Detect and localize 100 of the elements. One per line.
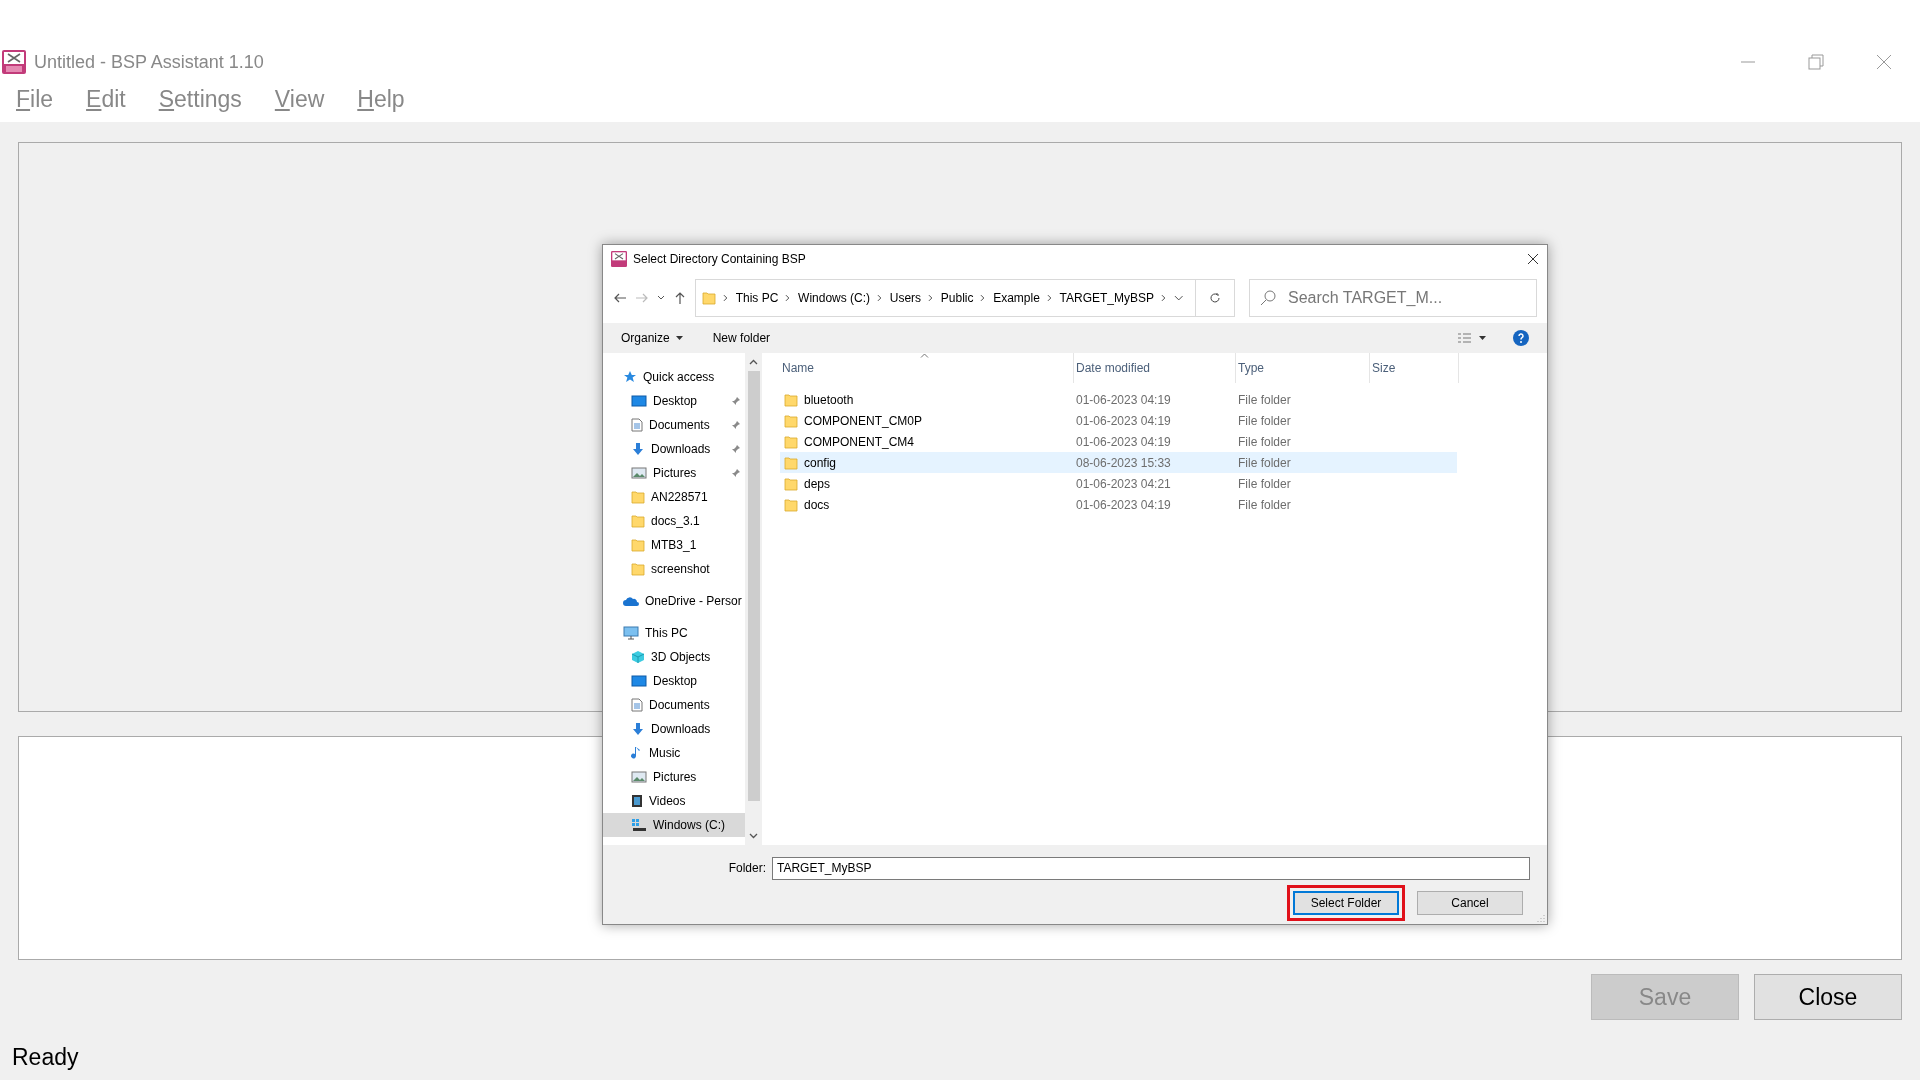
- nav-item[interactable]: Desktop: [603, 389, 745, 413]
- menu-item[interactable]: Help: [357, 81, 405, 117]
- date-cell-text: 01-06-2023 04:21: [1075, 475, 1172, 493]
- resize-grip-icon[interactable]: [1537, 914, 1545, 922]
- date-cell-text: 01-06-2023 04:19: [1075, 433, 1172, 451]
- back-arrow-icon[interactable]: [613, 291, 627, 305]
- nav-item[interactable]: Music: [603, 741, 745, 765]
- dialog-button[interactable]: Select Folder: [1293, 891, 1399, 915]
- chevron-right-icon: [928, 294, 934, 302]
- down-arrow-icon: [631, 722, 645, 736]
- nav-item[interactable]: Downloads: [603, 717, 745, 741]
- file-row[interactable]: COMPONENT_CM0P 01-06-2023 04:19 File folder: [780, 410, 1457, 431]
- breadcrumb-item[interactable]: This PC: [735, 289, 779, 307]
- picture-icon: [631, 771, 647, 783]
- folder-icon: [784, 413, 798, 428]
- new-folder-button[interactable]: New folder: [712, 329, 771, 347]
- nav-item[interactable]: OneDrive - Persor: [603, 589, 745, 613]
- column-header[interactable]: Type: [1236, 353, 1370, 383]
- nav-item[interactable]: Quick access: [603, 365, 745, 389]
- nav-item[interactable]: Windows (C:): [603, 813, 745, 837]
- app-logo-icon: [611, 251, 627, 267]
- chevron-right-icon: [1046, 294, 1053, 302]
- file-row[interactable]: docs 01-06-2023 04:19 File folder: [780, 494, 1457, 515]
- monitor-icon: [631, 674, 647, 688]
- folder-icon: [784, 476, 798, 491]
- music-note-icon: [631, 746, 643, 760]
- pin-icon: [731, 468, 741, 478]
- file-row[interactable]: config 08-06-2023 15:33 File folder: [780, 452, 1457, 473]
- picture-icon: [631, 467, 647, 479]
- folder-icon: [631, 538, 645, 552]
- dialog-button[interactable]: Cancel: [1417, 891, 1523, 915]
- pin-icon: [731, 420, 741, 430]
- nav-item[interactable]: Documents: [603, 693, 745, 717]
- refresh-icon[interactable]: [1209, 292, 1222, 304]
- nav-item[interactable]: Pictures: [603, 765, 745, 789]
- column-header[interactable]: Size: [1370, 353, 1459, 383]
- document-icon: [631, 418, 643, 432]
- folder-icon: [784, 455, 798, 470]
- search-field[interactable]: Search TARGET_M...: [1249, 279, 1537, 317]
- pin-icon: [731, 444, 741, 454]
- menu-item[interactable]: File: [16, 81, 54, 117]
- nav-item[interactable]: 3D Objects: [603, 645, 745, 669]
- nav-item[interactable]: Videos: [603, 789, 745, 813]
- file-row[interactable]: COMPONENT_CM4 01-06-2023 04:19 File folder: [780, 431, 1457, 452]
- file-name: bluetooth: [804, 391, 854, 409]
- down-arrow-icon: [631, 442, 645, 456]
- nav-item[interactable]: This PC: [603, 621, 745, 645]
- column-header[interactable]: Name: [780, 353, 1074, 383]
- status-text: Ready: [12, 1044, 79, 1070]
- nav-item[interactable]: MTB3_1: [603, 533, 745, 557]
- date-cell-text: 08-06-2023 15:33: [1075, 454, 1172, 472]
- type-cell-text: File folder: [1237, 433, 1292, 451]
- chevron-down-icon[interactable]: [657, 294, 665, 302]
- folder-label: Folder:: [728, 860, 766, 877]
- folder-field[interactable]: TARGET_MyBSP: [772, 856, 1530, 880]
- file-row[interactable]: deps 01-06-2023 04:21 File folder: [780, 473, 1457, 494]
- chevron-down-icon[interactable]: [1173, 294, 1184, 302]
- menu-item[interactable]: Settings: [158, 81, 242, 117]
- chevron-right-icon: [877, 294, 883, 302]
- cube-icon: [631, 650, 645, 664]
- nav-item[interactable]: Downloads: [603, 437, 745, 461]
- view-options-icon[interactable]: [1457, 332, 1487, 344]
- chevron-right-icon: [723, 294, 729, 302]
- type-cell-text: File folder: [1237, 496, 1292, 514]
- close-icon[interactable]: [1527, 253, 1539, 265]
- menu-item[interactable]: View: [274, 81, 325, 117]
- chevron-down-icon[interactable]: [749, 833, 758, 839]
- menu-item[interactable]: Edit: [86, 81, 126, 117]
- breadcrumb-item[interactable]: Public: [940, 289, 974, 307]
- type-cell-text: File folder: [1237, 475, 1292, 493]
- chevron-right-icon: [785, 294, 792, 302]
- nav-item[interactable]: Pictures: [603, 461, 745, 485]
- breadcrumb-item[interactable]: Windows (C:): [798, 289, 871, 307]
- nav-item[interactable]: docs_3.1: [603, 509, 745, 533]
- up-arrow-icon[interactable]: [673, 291, 687, 305]
- file-row[interactable]: bluetooth 01-06-2023 04:19 File folder: [780, 389, 1457, 410]
- nav-item[interactable]: Documents: [603, 413, 745, 437]
- address-bar[interactable]: This PC Windows (C:) Users Public Example TARGET_MyBSP: [695, 279, 1235, 317]
- dialog-button[interactable]: Close: [1754, 974, 1902, 1020]
- column-header[interactable]: Date modified: [1074, 353, 1236, 383]
- breadcrumb-item[interactable]: TARGET_MyBSP: [1059, 289, 1154, 307]
- file-name: docs: [804, 496, 830, 514]
- file-name: deps: [804, 475, 831, 493]
- type-cell-text: File folder: [1237, 391, 1292, 409]
- breadcrumb-item[interactable]: Users: [889, 289, 922, 307]
- nav-item[interactable]: screenshot: [603, 557, 745, 581]
- help-icon[interactable]: [1513, 330, 1529, 346]
- nav-item[interactable]: AN228571: [603, 485, 745, 509]
- window-title: Untitled - BSP Assistant 1.10: [34, 50, 264, 74]
- chevron-up-icon[interactable]: [749, 359, 758, 365]
- nav-item[interactable]: Desktop: [603, 669, 745, 693]
- chevron-right-icon: [1161, 294, 1167, 302]
- file-name: COMPONENT_CM4: [804, 433, 914, 451]
- file-name: config: [804, 454, 837, 472]
- folder-icon: [702, 291, 716, 305]
- search-icon: [1259, 289, 1277, 307]
- pin-icon: [731, 396, 741, 406]
- organize-menu[interactable]: Organize: [621, 329, 683, 347]
- cloud-icon: [623, 596, 639, 606]
- breadcrumb-item[interactable]: Example: [993, 289, 1040, 307]
